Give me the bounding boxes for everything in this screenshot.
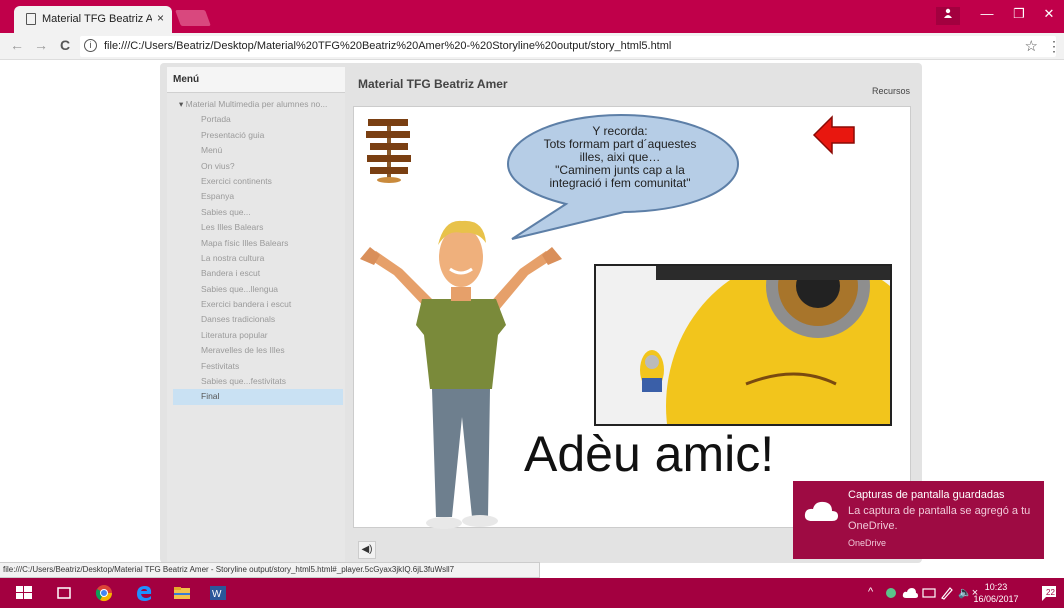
- menu-sidebar: Menú Material Multimedia per alumnes no.…: [167, 67, 345, 565]
- action-center-icon[interactable]: 22: [1040, 584, 1058, 602]
- menu-tab-label: Menú: [173, 74, 200, 85]
- tab-title: Material TFG Beatriz Ame: [42, 13, 152, 25]
- menu-tab[interactable]: Menú: [167, 67, 345, 93]
- minion-photo: [594, 264, 892, 426]
- notification-app: OneDrive: [848, 538, 887, 548]
- menu-item[interactable]: Danses tradicionals: [173, 312, 343, 327]
- address-bar[interactable]: i file:///C:/Users/Beatriz/Desktop/Mater…: [80, 36, 1056, 57]
- menu-item[interactable]: Literatura popular: [173, 328, 343, 343]
- minimize-button[interactable]: —: [972, 6, 1002, 21]
- task-view-icon[interactable]: [54, 583, 74, 603]
- clock[interactable]: 10:23 16/06/2017: [966, 581, 1026, 605]
- menu-item[interactable]: Menú: [173, 143, 343, 158]
- bubble-line: integració i fem comunitat": [549, 176, 691, 190]
- signpost-image: [366, 119, 411, 183]
- menu-item[interactable]: Bandera i escut: [173, 266, 343, 281]
- menu-item[interactable]: Meravelles de les Illes: [173, 343, 343, 358]
- resources-link[interactable]: Recursos: [872, 86, 910, 96]
- browser-toolbar: ← → C i file:///C:/Users/Beatriz/Desktop…: [0, 33, 1064, 60]
- app-tray-icon[interactable]: [884, 586, 898, 600]
- address-url[interactable]: file:///C:/Users/Beatriz/Desktop/Materia…: [104, 40, 671, 52]
- notification-title: Capturas de pantalla guardadas: [848, 489, 1005, 501]
- red-arrow-left-icon: [812, 115, 855, 155]
- menu-item[interactable]: Portada: [173, 112, 343, 127]
- menu-item[interactable]: Sabies que...llengua: [173, 282, 343, 297]
- menu-item[interactable]: Final: [173, 389, 343, 405]
- menu-item[interactable]: Exercici continents: [173, 174, 343, 189]
- file-explorer-icon[interactable]: [172, 583, 192, 603]
- menu-item[interactable]: Mapa físic Illes Balears: [173, 236, 343, 251]
- menu-item[interactable]: La nostra cultura: [173, 251, 343, 266]
- restore-button[interactable]: ❐: [1004, 6, 1034, 22]
- word-icon[interactable]: W: [208, 583, 228, 603]
- edge-icon[interactable]: [134, 583, 154, 603]
- minion-image: [596, 266, 890, 424]
- clock-date: 16/06/2017: [973, 594, 1019, 604]
- menu-list: Material Multimedia per alumnes no...Por…: [173, 97, 343, 405]
- new-tab-button[interactable]: [175, 10, 211, 26]
- onedrive-tray-icon[interactable]: [902, 587, 918, 599]
- menu-item[interactable]: Sabies que...festivitats: [173, 374, 343, 389]
- bookmark-star-icon[interactable]: ☆: [1025, 37, 1038, 55]
- menu-item[interactable]: Espanya: [173, 189, 343, 204]
- farewell-text: Adèu amic!: [524, 426, 775, 482]
- clock-time: 10:23: [984, 582, 1008, 592]
- menu-item[interactable]: Les Illes Balears: [173, 220, 343, 235]
- chrome-icon[interactable]: [94, 583, 114, 603]
- menu-item[interactable]: Exercici bandera i escut: [173, 297, 343, 312]
- onedrive-notification[interactable]: Capturas de pantalla guardadas La captur…: [793, 481, 1044, 559]
- menu-item[interactable]: On vius?: [173, 159, 343, 174]
- reload-button[interactable]: C: [60, 37, 70, 53]
- cloud-icon: [804, 501, 838, 521]
- back-button[interactable]: ←: [10, 37, 24, 53]
- svg-text:W: W: [212, 589, 222, 600]
- status-bar-url: file:///C:/Users/Beatriz/Desktop/Materia…: [0, 562, 540, 578]
- close-window-button[interactable]: ✕: [1034, 6, 1064, 22]
- taskbar: W ^ 🔈× 10:23 16/06/2017 22: [0, 578, 1064, 608]
- browser-tab[interactable]: Material TFG Beatriz Ame ×: [14, 6, 172, 33]
- menu-item[interactable]: Presentació guia: [173, 128, 343, 143]
- profile-icon[interactable]: [936, 7, 960, 25]
- volume-button[interactable]: ◀): [358, 541, 376, 559]
- browser-menu-icon[interactable]: ⋮: [1047, 38, 1061, 55]
- menu-root-item[interactable]: Material Multimedia per alumnes no...: [173, 97, 343, 112]
- tray-overflow-icon[interactable]: ^: [868, 586, 873, 598]
- boy-character: [360, 220, 562, 529]
- menu-item[interactable]: Sabies que...: [173, 205, 343, 220]
- browser-titlebar: Material TFG Beatriz Ame × — ❐ ✕: [0, 0, 1064, 33]
- pen-icon[interactable]: [940, 586, 954, 600]
- forward-button[interactable]: →: [34, 37, 48, 53]
- menu-item[interactable]: Festivitats: [173, 359, 343, 374]
- info-icon[interactable]: i: [84, 39, 97, 52]
- slide-canvas: Y recorda: Tots formam part d´aquestes i…: [353, 106, 911, 529]
- notification-count: 22: [1046, 588, 1055, 597]
- tab-close-icon[interactable]: ×: [157, 11, 164, 25]
- speech-bubble-text: Y recorda: Tots formam part d´aquestes i…: [510, 125, 730, 190]
- network-icon[interactable]: [922, 587, 936, 599]
- notification-body: La captura de pantalla se agregó a tu On…: [848, 505, 1031, 532]
- page-icon: [26, 13, 36, 25]
- windows-start-icon[interactable]: [14, 583, 34, 603]
- course-title: Material TFG Beatriz Amer: [358, 77, 508, 91]
